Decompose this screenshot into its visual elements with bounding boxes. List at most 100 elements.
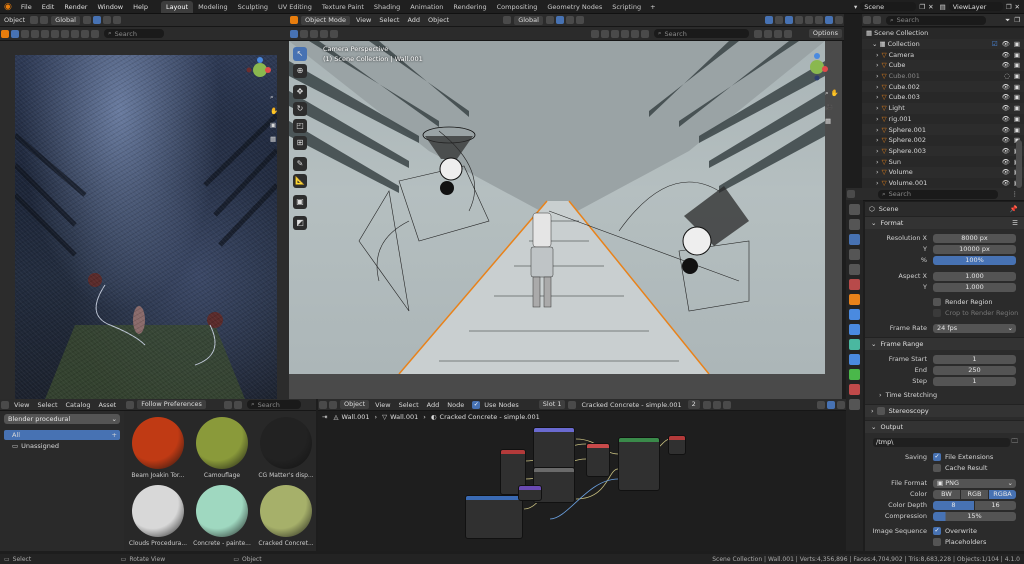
viewport-editor-type-icon[interactable]: [290, 16, 298, 24]
expand-arrow-icon[interactable]: ›: [876, 72, 879, 80]
pan-icon[interactable]: ✋: [270, 107, 278, 121]
cache-result-checkbox[interactable]: [933, 464, 941, 472]
vp-extra-icon[interactable]: [753, 29, 762, 38]
viewport-menu-view[interactable]: View: [352, 16, 375, 24]
folder-icon[interactable]: 🗀: [1012, 437, 1019, 448]
world-tab-icon[interactable]: [849, 279, 860, 290]
asset-item[interactable]: Beam Joakin Tor...: [128, 417, 188, 479]
outliner-item[interactable]: › ▽ Cube.001 ◌ ▣: [862, 71, 1024, 82]
scene-tab-icon[interactable]: [849, 264, 860, 275]
tab-rendering[interactable]: Rendering: [448, 1, 491, 13]
left-channel-icon[interactable]: [81, 29, 89, 38]
menu-window[interactable]: Window: [92, 0, 128, 14]
visibility-eye-icon[interactable]: 👁: [1002, 158, 1010, 166]
viewport-snap-icon[interactable]: [555, 16, 564, 24]
expand-arrow-icon[interactable]: ›: [876, 179, 879, 187]
resolution-x-field[interactable]: 8000 px: [933, 233, 1016, 243]
vp-light-icon[interactable]: [620, 29, 629, 38]
file-extensions-checkbox[interactable]: ✓: [933, 453, 941, 461]
node-editor[interactable]: Object View Select Add Node ✓ Use Nodes Slo…: [318, 399, 846, 551]
outliner-scrollbar[interactable]: [1016, 140, 1022, 188]
texture-coordinate-node[interactable]: [465, 495, 523, 539]
crop-region-checkbox[interactable]: [933, 309, 941, 317]
tab-scripting[interactable]: Scripting: [607, 1, 646, 13]
file-format-dropdown[interactable]: ▣ PNG ⌄: [933, 478, 1016, 488]
frame-end-field[interactable]: 250: [933, 365, 1016, 375]
stereoscopy-checkbox[interactable]: [876, 407, 885, 415]
expand-arrow-icon[interactable]: ›: [876, 136, 879, 144]
shading-rendered-icon[interactable]: [835, 16, 843, 24]
cursor-tool-icon[interactable]: ⊕: [293, 64, 307, 78]
depth-8-option[interactable]: 8: [933, 500, 974, 510]
shading-solid-icon[interactable]: [815, 16, 823, 24]
outliner-item[interactable]: › ▽ Cube.003 👁 ▣: [862, 92, 1024, 103]
catalog-unassigned[interactable]: ▭ Unassigned: [4, 441, 120, 451]
visibility-eye-icon[interactable]: 👁: [1002, 126, 1010, 134]
color-rgb-option[interactable]: RGB: [961, 489, 988, 499]
annotate-tool-icon[interactable]: ✎: [293, 157, 307, 171]
physics-tab-icon[interactable]: [849, 339, 860, 350]
left-transform-dropdown[interactable]: Global: [51, 15, 80, 25]
left-mode-label[interactable]: Object: [0, 16, 29, 24]
menu-render[interactable]: Render: [59, 0, 92, 14]
left-image-icon[interactable]: [51, 29, 59, 38]
left-select-lasso-icon[interactable]: [31, 29, 39, 38]
viewport-navigation-gizmo[interactable]: [797, 47, 837, 87]
vp-camera-view-icon[interactable]: 🎥: [825, 103, 833, 117]
properties-editor-type-icon[interactable]: [847, 190, 855, 198]
tool-tab-icon[interactable]: [849, 204, 860, 215]
camera-render-icon[interactable]: ▣: [1014, 72, 1020, 80]
viewport-menu-select[interactable]: Select: [375, 16, 403, 24]
asset-preference-dropdown[interactable]: Follow Preferences: [137, 400, 206, 409]
vp-search-field[interactable]: ⌕ Search: [653, 29, 749, 38]
gizmo-icon[interactable]: [775, 16, 783, 24]
vp-material-icon[interactable]: [630, 29, 639, 38]
visibility-eye-icon[interactable]: 👁: [1002, 115, 1010, 123]
placeholders-checkbox[interactable]: [933, 538, 941, 546]
expand-arrow-icon[interactable]: ›: [876, 147, 879, 155]
frame-step-field[interactable]: 1: [933, 376, 1016, 386]
format-panel-header[interactable]: ⌄ Format ☰: [865, 216, 1024, 229]
visibility-eye-icon[interactable]: ◌: [1004, 72, 1010, 80]
vp-zoom-icon[interactable]: ⌕: [825, 89, 829, 103]
vp-select-intersect-icon[interactable]: [330, 29, 338, 38]
texture-tab-icon[interactable]: [849, 399, 860, 410]
camera-render-icon[interactable]: ▣: [1014, 83, 1020, 91]
tab-texture-paint[interactable]: Texture Paint: [317, 1, 369, 13]
visibility-eye-icon[interactable]: 👁: [1002, 51, 1010, 59]
material-output-node[interactable]: [668, 435, 686, 455]
vp-select-extend-icon[interactable]: [300, 29, 308, 38]
vp-snap-icon[interactable]: [773, 29, 782, 38]
expand-arrow-icon[interactable]: ›: [876, 93, 879, 101]
visibility-eye-icon[interactable]: 👁: [1002, 168, 1010, 176]
scene-remove-icon[interactable]: ✕: [928, 3, 933, 11]
viewport-transform-dropdown[interactable]: Global: [514, 15, 543, 25]
output-tab-icon[interactable]: [849, 234, 860, 245]
tab-geometry-nodes[interactable]: Geometry Nodes: [542, 1, 607, 13]
outliner-item[interactable]: › ▽ rig.001 👁 ▣: [862, 114, 1024, 125]
time-stretching-subpanel[interactable]: › Time Stretching: [865, 389, 1024, 401]
viewport-options-button[interactable]: Options: [808, 29, 842, 38]
depth-16-option[interactable]: 16: [975, 500, 1016, 510]
vp-filter-icon[interactable]: [640, 29, 649, 38]
move-tool-icon[interactable]: ✥: [293, 85, 307, 99]
outliner-item[interactable]: ›▽Volume.001👁▣: [862, 178, 1024, 189]
outliner-item[interactable]: › ▽ Sphere.001 👁 ▣: [862, 124, 1024, 135]
scene-icon[interactable]: ▾: [854, 3, 857, 11]
visibility-eye-icon[interactable]: 👁: [1002, 93, 1010, 101]
left-navigation-gizmo[interactable]: [240, 55, 280, 95]
scale-tool-icon[interactable]: ◰: [293, 119, 307, 133]
vp-select-box-icon[interactable]: [290, 29, 298, 38]
menu-file[interactable]: File: [16, 0, 37, 14]
tab-layout[interactable]: Layout: [160, 1, 194, 13]
tab-shading[interactable]: Shading: [369, 1, 405, 13]
left-filter-icon[interactable]: [91, 29, 99, 38]
asset-menu-asset[interactable]: Asset: [94, 401, 120, 409]
extra-tool-icon[interactable]: ◩: [293, 216, 307, 230]
vp-select-subtract-icon[interactable]: [310, 29, 318, 38]
outliner-scene-collection[interactable]: ▦ Scene Collection: [862, 28, 1024, 39]
viewport-pivot-icon[interactable]: [545, 16, 554, 24]
menu-edit[interactable]: Edit: [37, 0, 60, 14]
aspect-y-field[interactable]: 1.000: [933, 282, 1016, 292]
render-preview-area[interactable]: ⌕ ✋ ▣ ▦: [0, 41, 289, 424]
